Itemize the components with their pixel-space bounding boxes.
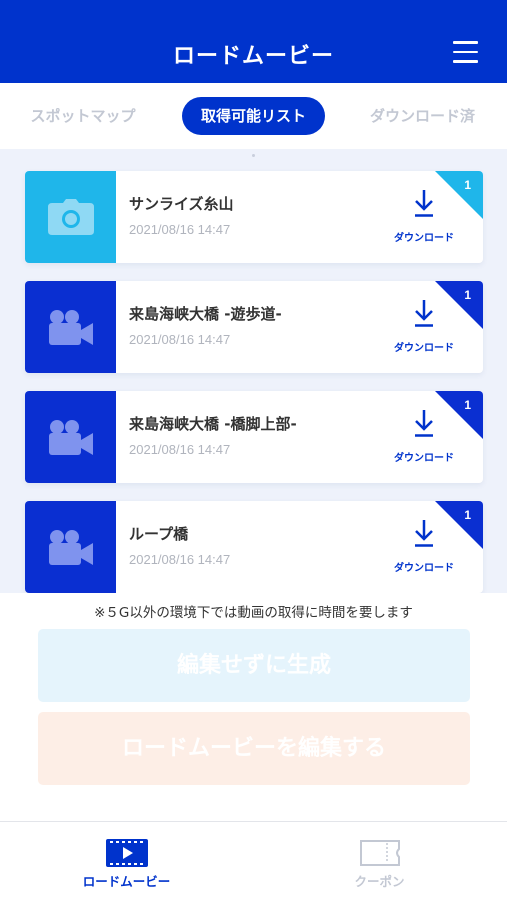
item-title: ループ橋 bbox=[129, 525, 189, 543]
ticket-icon bbox=[360, 840, 400, 866]
download-icon bbox=[415, 520, 433, 547]
download-label: ダウンロード bbox=[394, 233, 454, 244]
nav-item-coupon[interactable]: クーポン bbox=[253, 822, 506, 900]
list-item[interactable]: 来島海峡大橋 -橋脚上部- 2021/08/16 14:47 ダウンロード 1 bbox=[25, 391, 483, 483]
download-icon bbox=[415, 410, 433, 437]
download-label: ダウンロード bbox=[394, 563, 454, 574]
count-badge bbox=[435, 171, 483, 219]
video-camera-icon bbox=[48, 310, 93, 345]
app-header: ロードムービー bbox=[0, 0, 507, 83]
count-badge-value: 1 bbox=[464, 508, 471, 522]
nav-label: ロードムービー bbox=[82, 874, 171, 889]
tab-spot-map[interactable]: スポットマップ bbox=[22, 97, 144, 135]
item-thumbnail bbox=[25, 391, 116, 483]
network-notice: ※５G以外の環境下では動画の取得に時間を要します bbox=[94, 605, 413, 621]
count-badge bbox=[435, 501, 483, 549]
movie-list[interactable]: サンライズ糸山 2021/08/16 14:47 ダウンロード 1 来島海峡大橋… bbox=[0, 149, 507, 593]
item-date: 2021/08/16 14:47 bbox=[129, 442, 231, 457]
item-title: サンライズ糸山 bbox=[129, 195, 234, 213]
count-badge-value: 1 bbox=[464, 288, 471, 302]
nav-label: クーポン bbox=[354, 874, 405, 889]
item-date: 2021/08/16 14:47 bbox=[129, 222, 231, 237]
item-title: 来島海峡大橋 -遊歩道- bbox=[129, 305, 282, 323]
download-icon bbox=[415, 190, 433, 217]
tab-available-list[interactable]: 取得可能リスト bbox=[182, 97, 325, 135]
item-thumbnail bbox=[25, 501, 116, 593]
generate-without-edit-button[interactable]: 編集せずに生成 bbox=[38, 629, 470, 702]
item-title: 来島海峡大橋 -橋脚上部- bbox=[129, 415, 297, 433]
tab-bar: スポットマップ 取得可能リスト ダウンロード済 bbox=[0, 83, 507, 149]
download-label: ダウンロード bbox=[394, 343, 454, 354]
item-thumbnail bbox=[25, 171, 116, 263]
count-badge bbox=[435, 391, 483, 439]
item-thumbnail bbox=[25, 281, 116, 373]
download-label: ダウンロード bbox=[394, 453, 454, 464]
item-date: 2021/08/16 14:47 bbox=[129, 332, 231, 347]
video-camera-icon bbox=[48, 420, 93, 455]
item-date: 2021/08/16 14:47 bbox=[129, 552, 231, 567]
bottom-navigation: ロードムービー クーポン bbox=[0, 821, 507, 900]
page-title: ロードムービー bbox=[172, 44, 334, 69]
download-icon bbox=[415, 300, 433, 327]
nav-item-road-movie[interactable]: ロードムービー bbox=[0, 822, 253, 900]
count-badge-value: 1 bbox=[464, 398, 471, 412]
list-item[interactable]: ループ橋 2021/08/16 14:47 ダウンロード 1 bbox=[25, 501, 483, 593]
tab-downloaded[interactable]: ダウンロード済 bbox=[360, 97, 485, 135]
list-item[interactable]: サンライズ糸山 2021/08/16 14:47 ダウンロード 1 bbox=[25, 171, 483, 263]
list-item[interactable]: 来島海峡大橋 -遊歩道- 2021/08/16 14:47 ダウンロード 1 bbox=[25, 281, 483, 373]
camera-icon bbox=[47, 199, 94, 235]
film-play-icon bbox=[106, 839, 148, 867]
edit-road-movie-button[interactable]: ロードムービーを編集する bbox=[38, 712, 470, 785]
count-badge bbox=[435, 281, 483, 329]
count-badge-value: 1 bbox=[464, 178, 471, 192]
hamburger-menu-icon[interactable] bbox=[453, 41, 478, 63]
video-camera-icon bbox=[48, 530, 93, 565]
scroll-indicator bbox=[252, 154, 255, 157]
